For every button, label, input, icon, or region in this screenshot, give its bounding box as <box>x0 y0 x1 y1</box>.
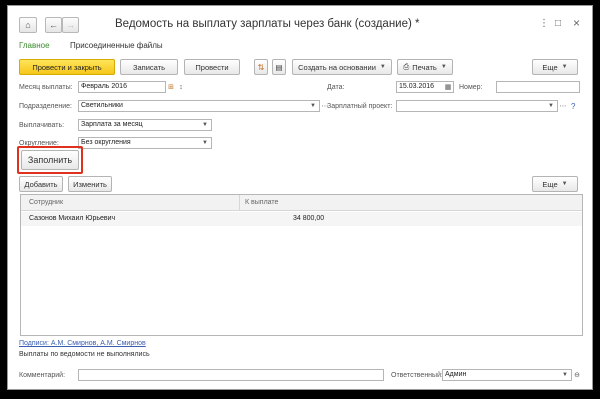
chevron-down-icon: ▼ <box>561 64 568 70</box>
month-adjust-button[interactable]: ↕ <box>176 81 186 93</box>
create-based-on-button[interactable]: Создать на основании ▼ <box>292 59 392 75</box>
tab-attached-files[interactable]: Присоединенные файлы <box>70 41 163 50</box>
month-label: Месяц выплаты: <box>19 84 73 91</box>
create-based-label: Создать на основании <box>298 62 376 72</box>
amount-cell: 34 800,00 <box>293 215 325 222</box>
chevron-down-icon: ▼ <box>202 122 208 128</box>
calendar-icon: ▦ <box>444 84 452 91</box>
open-icon: ⊖ <box>574 372 580 379</box>
window-menu-button[interactable]: ⋮ <box>539 18 549 29</box>
chevron-down-icon: ▼ <box>561 181 568 187</box>
print-button[interactable]: ⎙ Печать ▼ <box>397 59 453 75</box>
stepper-icon: ↕ <box>179 83 183 91</box>
home-button[interactable]: ⌂ <box>19 17 37 33</box>
number-label: Номер: <box>459 84 483 91</box>
window-title: Ведомость на выплату зарплаты через банк… <box>115 18 420 30</box>
calendar-icon: ⊞ <box>168 84 174 91</box>
maximize-button[interactable]: □ <box>555 18 561 29</box>
close-icon: × <box>573 16 581 30</box>
responsible-dropdown[interactable]: ▼ <box>560 369 570 381</box>
chevron-down-icon: ▼ <box>440 64 447 70</box>
table-header: Сотрудник К выплате <box>21 195 582 211</box>
rounding-field[interactable]: Без округления <box>78 137 212 149</box>
rounding-dropdown[interactable]: ▼ <box>200 137 210 149</box>
column-divider <box>239 195 240 211</box>
pay-type-dropdown[interactable]: ▼ <box>200 119 210 131</box>
chevron-down-icon: ▼ <box>310 103 316 109</box>
home-icon: ⌂ <box>25 20 31 30</box>
post-button[interactable]: Провести <box>184 59 240 75</box>
edit-button[interactable]: Изменить <box>68 176 112 192</box>
chevron-down-icon: ▼ <box>548 103 554 109</box>
maximize-icon: □ <box>555 18 562 29</box>
more-button[interactable]: Еще ▼ <box>532 59 578 75</box>
department-label: Подразделение: <box>19 103 72 110</box>
more-vertical-icon: ⋮ <box>539 18 549 29</box>
date-calendar-button[interactable]: ▦ <box>443 81 453 93</box>
help-link[interactable]: ? <box>571 102 575 111</box>
payroll-project-dropdown[interactable]: ▼ <box>546 100 556 112</box>
arrow-left-icon: ← <box>49 20 58 30</box>
signatures-link[interactable]: Подписи: А.М. Смирнов, А.М. Смирнов <box>19 340 146 347</box>
table-more-label: Еще <box>542 179 558 189</box>
comment-field[interactable] <box>78 369 384 381</box>
back-button[interactable]: ← <box>45 17 62 33</box>
structure-button[interactable]: ⇅ <box>254 59 268 75</box>
pay-type-field[interactable]: Зарплата за месяц <box>78 119 212 131</box>
hierarchy-icon: ⇅ <box>257 62 265 72</box>
add-button[interactable]: Добавить <box>19 176 63 192</box>
month-field[interactable]: Февраль 2016 <box>78 81 166 93</box>
status-text: Выплаты по ведомости не выполнялись <box>19 351 150 358</box>
responsible-label: Ответственный: <box>391 372 443 379</box>
more-horizontal-icon: ⋯ <box>559 103 567 110</box>
close-button[interactable]: × <box>573 16 580 30</box>
tab-main[interactable]: Главное <box>19 41 50 50</box>
responsible-select-button[interactable]: ⊖ <box>572 369 582 381</box>
post-and-close-button[interactable]: Провести и закрыть <box>19 59 115 75</box>
comment-label: Комментарий: <box>19 372 66 379</box>
forward-button[interactable]: → <box>62 17 79 33</box>
arrow-right-icon: → <box>66 20 75 30</box>
date-label: Дата: <box>327 84 345 91</box>
table-more-button[interactable]: Еще ▼ <box>532 176 578 192</box>
column-header-amount[interactable]: К выплате <box>245 199 278 206</box>
payroll-project-select-button[interactable]: ⋯ <box>558 100 568 112</box>
report-button[interactable]: ▤ <box>272 59 286 75</box>
payroll-project-field[interactable] <box>396 100 558 112</box>
print-label: Печать <box>412 62 437 72</box>
responsible-field[interactable]: Админ <box>442 369 572 381</box>
department-dropdown[interactable]: ▼ <box>308 100 318 112</box>
fill-button[interactable]: Заполнить <box>21 150 79 170</box>
document-window: ⌂ ← → Ведомость на выплату зарплаты чере… <box>7 5 593 390</box>
pay-type-label: Выплачивать: <box>19 122 65 129</box>
chevron-down-icon: ▼ <box>202 140 208 146</box>
calendar-picker-button[interactable]: ⊞ <box>166 81 176 93</box>
chevron-down-icon: ▼ <box>562 372 568 378</box>
save-button[interactable]: Записать <box>120 59 178 75</box>
document-icon: ▤ <box>275 62 283 72</box>
more-label: Еще <box>542 62 558 72</box>
payroll-project-label: Зарплатный проект: <box>327 103 393 110</box>
employees-table: Сотрудник К выплате Сазонов Михаил Юрьев… <box>20 194 583 336</box>
chevron-down-icon: ▼ <box>379 64 386 70</box>
printer-icon: ⎙ <box>403 62 410 71</box>
column-header-employee[interactable]: Сотрудник <box>29 199 63 206</box>
number-field[interactable] <box>496 81 580 93</box>
department-field[interactable]: Светильники <box>78 100 320 112</box>
table-row[interactable]: Сазонов Михаил Юрьевич 34 800,00 <box>21 212 582 226</box>
employee-cell: Сазонов Михаил Юрьевич <box>29 215 116 222</box>
